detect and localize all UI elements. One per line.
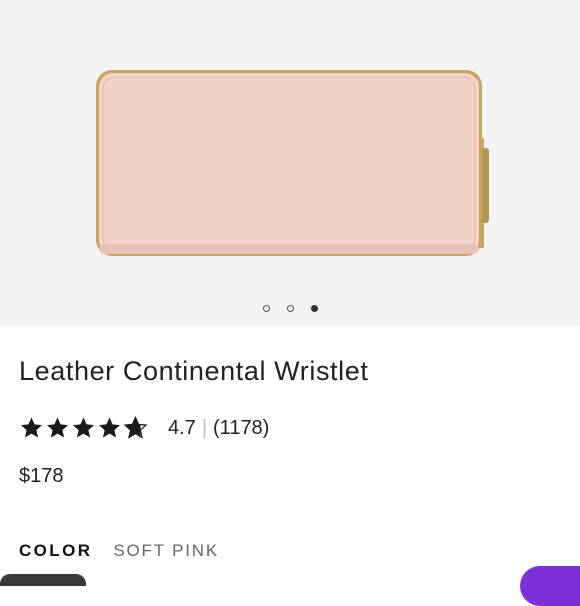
wallet-body xyxy=(99,73,479,254)
product-title: Leather Continental Wristlet xyxy=(19,356,369,386)
star-rating xyxy=(19,416,148,440)
gallery-dot-3[interactable] xyxy=(310,305,318,312)
star-icon xyxy=(73,417,94,438)
review-count-link[interactable]: (1178) xyxy=(213,417,269,440)
star-icon xyxy=(47,417,68,438)
product-image-gallery[interactable] xyxy=(0,0,580,326)
star-half-icon xyxy=(123,416,148,439)
gallery-dot-2[interactable] xyxy=(286,305,294,312)
gallery-dot-1[interactable] xyxy=(262,305,270,312)
product-price: $178 xyxy=(19,465,64,487)
rating-value: 4.7 xyxy=(168,416,196,439)
color-swatch[interactable] xyxy=(0,574,86,586)
wallet-shade xyxy=(99,244,479,254)
rating-summary[interactable]: 4.7 | (1178) xyxy=(19,414,269,442)
color-selector: COLOR SOFT PINK xyxy=(19,541,219,561)
selected-color-value: SOFT PINK xyxy=(113,541,220,560)
rating-separator: | xyxy=(201,416,208,439)
strap-clip xyxy=(482,148,489,223)
chat-button[interactable] xyxy=(520,566,580,606)
product-image xyxy=(96,70,489,256)
gallery-pagination xyxy=(0,305,580,312)
star-icon xyxy=(21,417,42,438)
star-icon xyxy=(99,417,120,438)
color-label: COLOR xyxy=(19,541,93,560)
